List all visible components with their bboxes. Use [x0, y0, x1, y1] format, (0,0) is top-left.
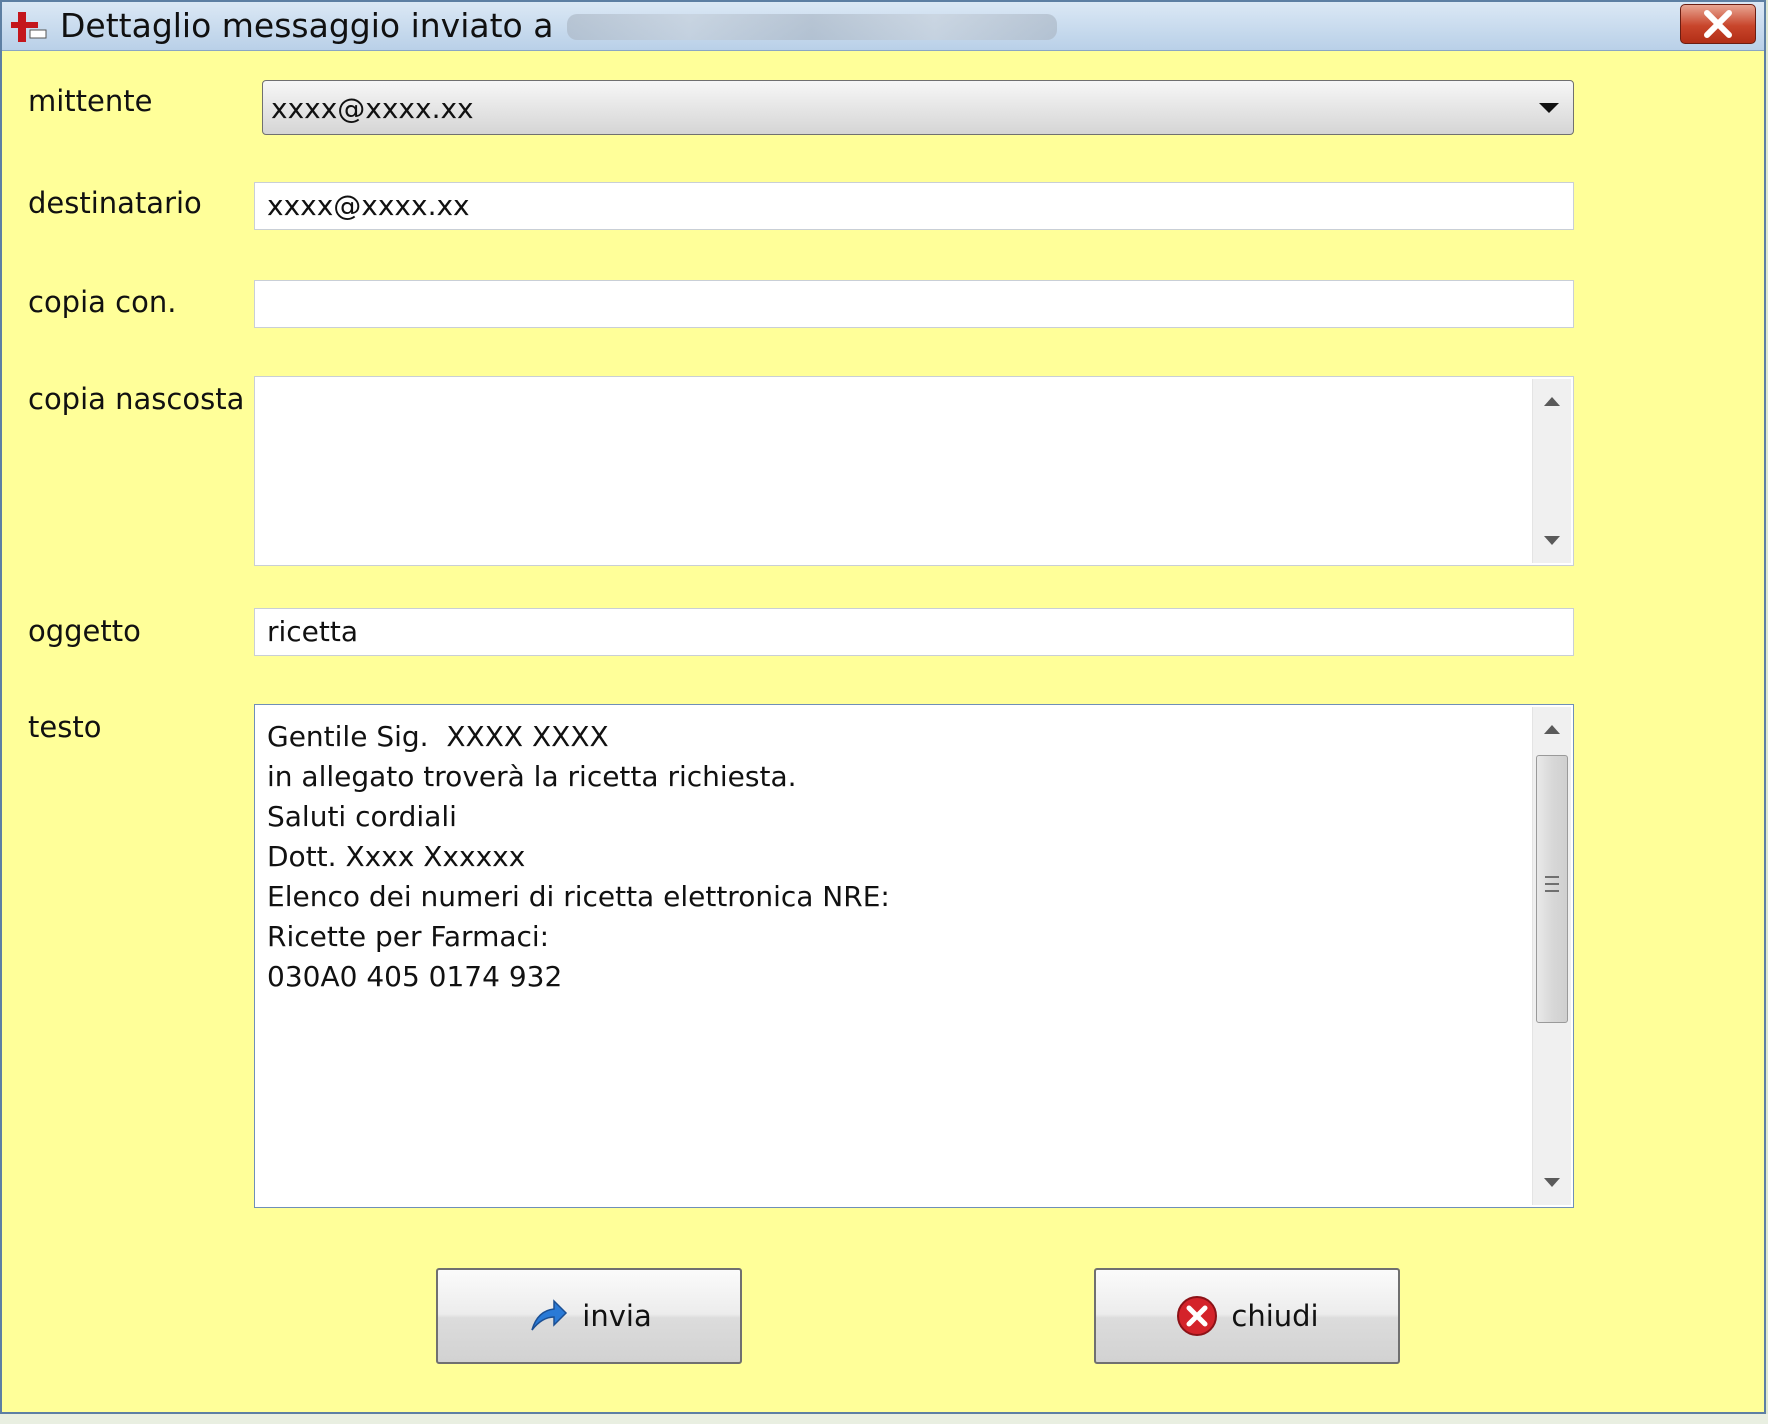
testo-line: in allegato troverà la ricetta richiesta… — [267, 760, 797, 793]
testo-line: Saluti cordiali — [267, 800, 457, 833]
grip-icon — [1545, 876, 1559, 878]
redacted-recipient-name — [567, 14, 1057, 40]
destinatario-label: destinatario — [28, 186, 202, 220]
window-close-button[interactable] — [1680, 4, 1756, 44]
oggetto-field[interactable]: ricetta — [254, 608, 1574, 656]
testo-line: Dott. Xxxx Xxxxxx — [267, 840, 526, 873]
scroll-down-icon[interactable] — [1544, 536, 1560, 545]
chevron-down-icon — [1539, 103, 1559, 113]
copia-nascosta-field[interactable] — [254, 376, 1574, 566]
copia-nascosta-label: copia nascosta — [28, 382, 245, 416]
scroll-up-icon[interactable] — [1544, 725, 1560, 734]
dialog-window: Dettaglio messaggio inviato a mittente x… — [0, 0, 1766, 1414]
mittente-selected-value: xxxx@xxxx.xx — [271, 92, 474, 125]
oggetto-value: ricetta — [267, 615, 359, 648]
testo-label: testo — [28, 710, 102, 744]
close-circle-icon — [1177, 1296, 1218, 1336]
send-arrow-icon — [531, 1299, 568, 1331]
copia-con-label: copia con. — [28, 285, 177, 319]
testo-line: 030A0 405 0174 932 — [267, 960, 563, 993]
send-button-label: invia — [582, 1299, 652, 1333]
copia-con-field[interactable] — [254, 280, 1574, 328]
destinatario-field[interactable]: xxxx@xxxx.xx — [254, 182, 1574, 230]
title-bar[interactable]: Dettaglio messaggio inviato a — [2, 2, 1764, 51]
mittente-label: mittente — [28, 84, 153, 118]
testo-textarea[interactable]: Gentile Sig. XXXX XXXX in allegato trove… — [254, 704, 1574, 1208]
testo-line: Gentile Sig. XXXX XXXX — [267, 720, 609, 753]
close-button-label: chiudi — [1231, 1299, 1319, 1333]
scroll-up-icon[interactable] — [1544, 397, 1560, 406]
copia-nascosta-scrollbar[interactable] — [1532, 379, 1571, 563]
oggetto-label: oggetto — [28, 614, 141, 648]
testo-line: Elenco dei numeri di ricetta elettronica… — [267, 880, 890, 913]
mittente-dropdown[interactable]: xxxx@xxxx.xx — [262, 80, 1574, 135]
testo-content: Gentile Sig. XXXX XXXX in allegato trove… — [267, 717, 890, 997]
close-icon — [1704, 10, 1732, 38]
grip-icon — [1545, 890, 1559, 892]
close-button[interactable]: chiudi — [1094, 1268, 1400, 1364]
scroll-thumb[interactable] — [1536, 755, 1568, 1023]
destinatario-value: xxxx@xxxx.xx — [267, 189, 470, 222]
testo-line: Ricette per Farmaci: — [267, 920, 550, 953]
grip-icon — [1545, 883, 1559, 885]
send-button[interactable]: invia — [436, 1268, 742, 1364]
scroll-down-icon[interactable] — [1544, 1178, 1560, 1187]
testo-scrollbar[interactable] — [1532, 707, 1571, 1205]
background-window-strip — [0, 1414, 1768, 1424]
app-logo-icon — [11, 12, 47, 42]
window-title: Dettaglio messaggio inviato a — [60, 6, 554, 45]
